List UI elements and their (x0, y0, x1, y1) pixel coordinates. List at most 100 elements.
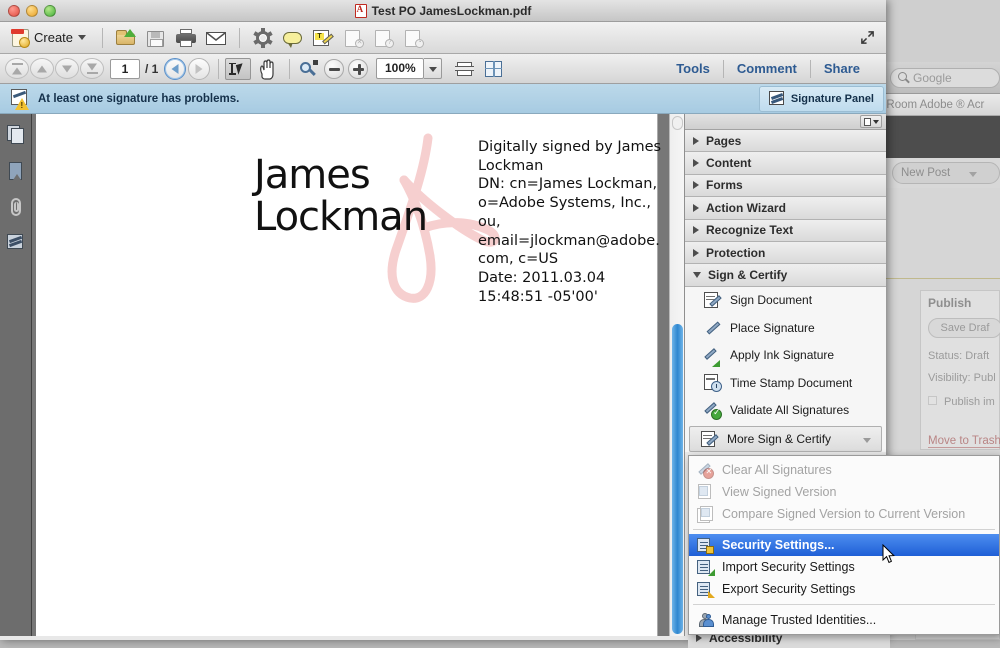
print-icon[interactable] (173, 26, 199, 50)
browser-search-field[interactable]: Google (890, 68, 1000, 88)
minimize-button[interactable] (26, 5, 38, 17)
create-button[interactable]: Create (6, 27, 92, 49)
menu-item-view-signed-version[interactable]: View Signed Version (689, 481, 999, 503)
signature-alert-bar: At least one signature has problems. Sig… (0, 84, 886, 114)
chevron-right-icon (693, 159, 699, 167)
zoom-out-button[interactable] (324, 59, 344, 79)
open-file-icon[interactable] (113, 26, 139, 50)
expand-toolbar-button[interactable] (856, 27, 880, 49)
tools-section-label: Sign & Certify (708, 268, 787, 282)
tool-time-stamp-document[interactable]: Time Stamp Document (685, 369, 886, 397)
menu-item-compare-signed-version[interactable]: Compare Signed Version to Current Versio… (689, 503, 999, 525)
publish-line: Publish im (944, 396, 995, 408)
save-file-icon[interactable] (143, 26, 169, 50)
tool-apply-ink-signature[interactable]: Apply Ink Signature (685, 342, 886, 370)
previous-page-button[interactable] (30, 58, 54, 79)
tools-section-pages[interactable]: Pages (685, 130, 886, 152)
tab-comment[interactable]: Comment (724, 61, 810, 76)
tools-section-protection[interactable]: Protection (685, 242, 886, 264)
tool-label: Place Signature (730, 321, 815, 335)
hand-tool-button[interactable] (254, 58, 280, 80)
fit-page-icon[interactable] (452, 58, 478, 80)
attach-file-icon[interactable]: ✕ (340, 26, 366, 50)
tools-section-content[interactable]: Content (685, 152, 886, 174)
new-post-dropdown[interactable]: New Post (892, 162, 1000, 184)
vertical-scrollbar[interactable] (669, 114, 684, 636)
tools-section-forms[interactable]: Forms (685, 175, 886, 197)
page-number-input[interactable]: 1 (110, 59, 140, 79)
bookmarks-icon[interactable] (5, 160, 27, 182)
comment-bubble-icon[interactable] (280, 26, 306, 50)
stamp-icon[interactable]: ◔ (400, 26, 426, 50)
move-to-trash-link[interactable]: Move to Trash (928, 435, 1000, 448)
time-stamp-document-icon (703, 373, 722, 392)
scrollbar-thumb[interactable] (672, 324, 683, 634)
attachments-icon[interactable] (5, 196, 27, 218)
chevron-down-icon (693, 272, 701, 278)
window-titlebar[interactable]: Test PO JamesLockman.pdf (0, 0, 886, 22)
close-button[interactable] (8, 5, 20, 17)
envelope-fold (207, 33, 225, 43)
chevron-right-icon (693, 181, 699, 189)
previous-view-button[interactable] (164, 58, 186, 80)
pdf-page[interactable]: James Lockman Digitally signed by James … (36, 114, 658, 636)
create-pdf-icon (12, 29, 29, 47)
tool-validate-all-signatures[interactable]: Validate All Signatures (685, 397, 886, 425)
tools-section-action-wizard[interactable]: Action Wizard (685, 197, 886, 219)
zoom-button[interactable] (44, 5, 56, 17)
zoom-level-dropdown[interactable] (424, 58, 442, 79)
more-sign-certify-button[interactable]: More Sign & Certify (689, 426, 882, 452)
scrollbar-top-cap[interactable] (672, 116, 683, 130)
menu-item-label: Export Security Settings (722, 582, 855, 596)
toolbar-divider (218, 59, 219, 79)
page-thumbnails-icon[interactable] (5, 124, 27, 146)
tools-section-recognize-text[interactable]: Recognize Text (685, 220, 886, 242)
first-page-button[interactable] (5, 58, 29, 79)
menu-item-manage-trusted-identities[interactable]: Manage Trusted Identities... (689, 609, 999, 631)
tools-section-sign-certify[interactable]: Sign & Certify (685, 264, 886, 286)
highlight-text-icon[interactable]: T (310, 26, 336, 50)
signature-panel-icon (769, 91, 786, 107)
tools-section-label: Recognize Text (706, 223, 793, 237)
panel-layout-icon (864, 118, 871, 126)
digital-signature-block[interactable]: James Lockman Digitally signed by James … (246, 132, 656, 317)
tab-tools[interactable]: Tools (663, 61, 723, 76)
pdf-icon (355, 4, 367, 18)
menu-item-import-security-settings[interactable]: Import Security Settings (689, 556, 999, 578)
menu-item-security-settings[interactable]: Security Settings... (689, 534, 999, 556)
chevron-down-icon (969, 172, 977, 177)
panel-options-button[interactable] (860, 115, 882, 128)
signature-panel-button[interactable]: Signature Panel (759, 86, 884, 112)
signatures-icon[interactable] (5, 232, 27, 254)
marquee-zoom-icon[interactable] (296, 58, 322, 80)
email-icon[interactable] (203, 26, 229, 50)
menu-item-export-security-settings[interactable]: Export Security Settings (689, 578, 999, 600)
document-view[interactable]: James Lockman Digitally signed by James … (32, 114, 684, 636)
browser-bookmarks-bar[interactable]: t Room Adobe ® Acr (880, 94, 1000, 116)
menu-item-label: View Signed Version (722, 485, 836, 499)
tab-share[interactable]: Share (811, 61, 873, 76)
zoom-level-input[interactable]: 100% (376, 58, 424, 79)
expand-arrows-icon (860, 30, 875, 45)
next-page-button[interactable] (55, 58, 79, 79)
zoom-in-button[interactable] (348, 59, 368, 79)
chevron-down-icon (873, 120, 879, 124)
gear-icon[interactable] (250, 26, 276, 50)
page-display-icon[interactable] (481, 58, 507, 80)
tool-label: Sign Document (730, 293, 812, 307)
visibility-line: Visibility: Publ (928, 372, 996, 384)
document-icon[interactable]: ? (370, 26, 396, 50)
last-page-button[interactable] (80, 58, 104, 79)
tool-place-signature[interactable]: Place Signature (685, 314, 886, 342)
select-tool-button[interactable] (225, 58, 251, 80)
tools-section-label: Forms (706, 178, 743, 192)
tool-sign-document[interactable]: Sign Document (685, 287, 886, 315)
menu-item-clear-all-signatures[interactable]: Clear All Signatures (689, 459, 999, 481)
toolbar-divider (289, 59, 290, 79)
tools-panel-header (685, 114, 886, 130)
validate-all-signatures-icon (703, 401, 722, 420)
publish-box-title: Publish (928, 296, 971, 310)
save-draft-button[interactable]: Save Draf (928, 318, 1000, 338)
signature-details-text: Digitally signed by James Lockman DN: cn… (478, 138, 663, 306)
next-view-button[interactable] (188, 58, 210, 80)
